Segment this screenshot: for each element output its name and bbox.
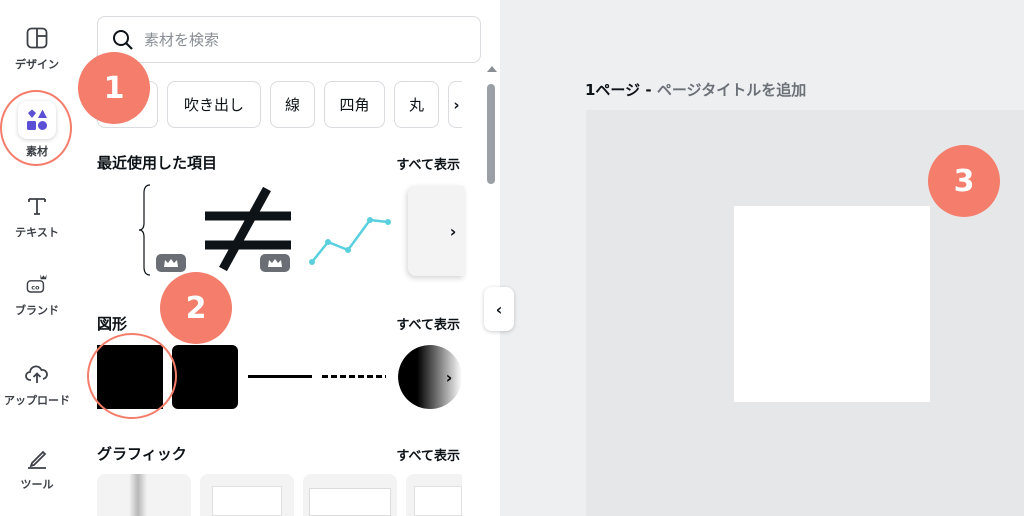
graphic-thumb[interactable]: [406, 474, 462, 516]
canva-editor: デザイン 素材 テキスト co ブランド アップロード ツール 素材を検索 吹き…: [0, 0, 1024, 516]
scroll-thumb[interactable]: [487, 84, 495, 184]
shape-rounded-square[interactable]: [172, 345, 238, 409]
rail-label: デザイン: [15, 58, 59, 71]
chevron-right-icon[interactable]: ›: [438, 366, 460, 388]
rail-item-design[interactable]: デザイン: [0, 26, 74, 72]
scroll-up-icon[interactable]: [487, 66, 497, 72]
rail-item-brand[interactable]: co ブランド: [0, 272, 74, 318]
search-input[interactable]: 素材を検索: [97, 16, 481, 63]
chevron-right-icon: ›: [453, 95, 460, 114]
rail-item-upload[interactable]: アップロード: [0, 362, 74, 408]
shape-solid-line[interactable]: [248, 375, 312, 378]
side-rail: デザイン 素材 テキスト co ブランド アップロード ツール: [0, 0, 74, 516]
collapse-panel-button[interactable]: ‹: [484, 287, 514, 331]
section-title-shapes: 図形: [97, 315, 128, 333]
step-marker-2: 2: [160, 272, 232, 344]
search-icon: [112, 29, 134, 51]
rail-label: アップロード: [4, 394, 70, 407]
step-marker-1: 1: [78, 52, 150, 124]
highlight-ring: [0, 90, 72, 166]
graphic-thumb[interactable]: [303, 474, 397, 516]
svg-text:co: co: [31, 284, 40, 292]
see-all-shapes[interactable]: すべて表示: [396, 314, 460, 333]
shape-gradient-circle[interactable]: ›: [398, 345, 462, 409]
section-title-graphics: グラフィック: [97, 445, 187, 463]
recent-card-thumb[interactable]: ›: [408, 186, 464, 276]
square-element[interactable]: [734, 206, 930, 402]
chevron-left-icon: ‹: [495, 299, 503, 319]
chip-line[interactable]: 線: [270, 81, 315, 128]
recent-brace[interactable]: [136, 183, 156, 277]
canvas-workspace: 1ページ - ページタイトルを追加: [500, 0, 1024, 516]
chip-square[interactable]: 四角: [324, 81, 385, 128]
draw-tool-icon: [25, 446, 49, 470]
page-title-placeholder[interactable]: ページタイトルを追加: [657, 81, 806, 99]
rail-item-tools[interactable]: ツール: [0, 446, 74, 492]
search-placeholder: 素材を検索: [144, 31, 220, 49]
section-title-recent: 最近使用した項目: [97, 154, 218, 172]
crown-icon: [260, 254, 290, 272]
text-icon: [25, 194, 49, 218]
upload-cloud-icon: [25, 362, 49, 386]
graphic-thumb[interactable]: [97, 474, 191, 516]
shape-dashed-line[interactable]: [322, 375, 386, 378]
recent-line-chart[interactable]: [306, 208, 396, 268]
rail-label: ブランド: [15, 304, 59, 317]
layout-icon: [25, 26, 49, 50]
chip-more[interactable]: ›: [448, 81, 462, 128]
page-title[interactable]: 1ページ - ページタイトルを追加: [585, 79, 806, 100]
rail-label: テキスト: [15, 226, 59, 239]
rail-label: ツール: [20, 478, 54, 491]
see-all-graphics[interactable]: すべて表示: [396, 445, 460, 464]
step-marker-3: 3: [928, 145, 1000, 217]
chevron-right-icon[interactable]: ›: [442, 220, 464, 242]
crown-icon: [156, 254, 186, 272]
graphic-thumb[interactable]: [200, 474, 294, 516]
chip-circle[interactable]: 丸: [394, 81, 439, 128]
brand-icon: co: [25, 272, 49, 296]
chip-speech-bubble[interactable]: 吹き出し: [167, 81, 261, 128]
see-all-recent[interactable]: すべて表示: [396, 154, 460, 173]
page-number: 1ページ -: [585, 81, 652, 99]
rail-item-text[interactable]: テキスト: [0, 194, 74, 240]
highlight-ring: [87, 333, 177, 419]
